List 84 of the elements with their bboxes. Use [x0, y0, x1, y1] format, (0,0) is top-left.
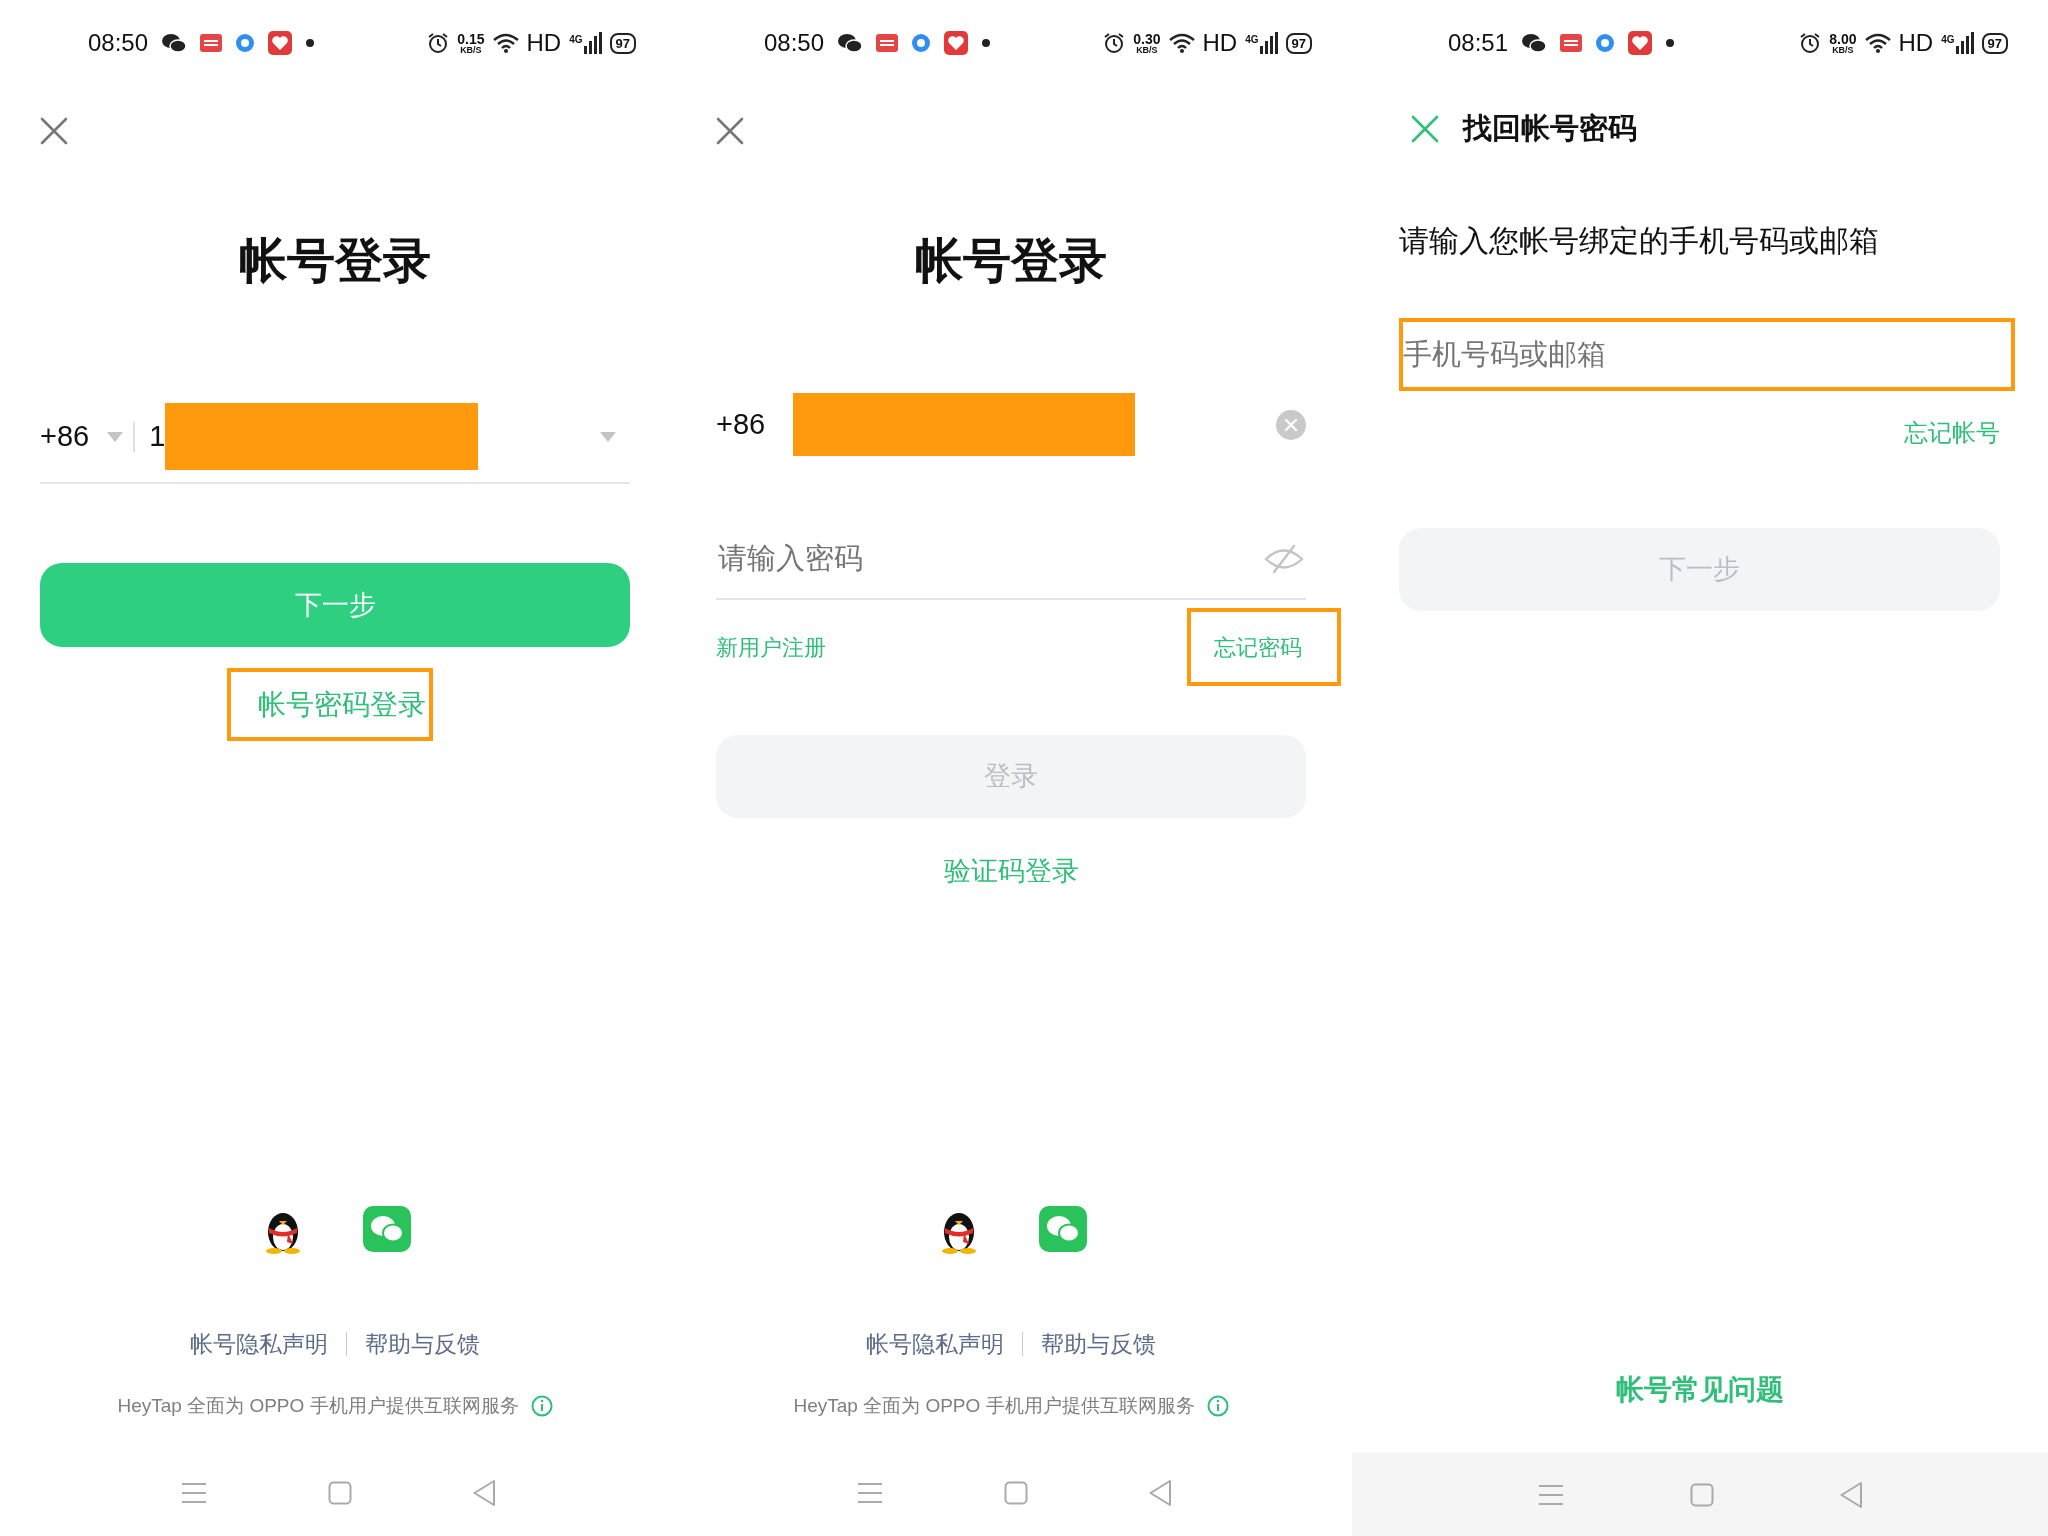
service-note: HeyTap 全面为 OPPO 手机用户提供互联网服务: [117, 1394, 519, 1418]
speed-unit: KB/S: [1136, 45, 1158, 55]
alarm-icon: [1103, 32, 1126, 54]
account-field[interactable]: 手机号码或邮箱: [1399, 318, 2015, 391]
instruction-text: 请输入您帐号绑定的手机号码或邮箱: [1399, 223, 1880, 259]
status-time: 08:50: [764, 28, 825, 58]
footer-link[interactable]: 帐号隐私声明: [866, 1327, 1004, 1361]
chat-bubbles-icon: [162, 33, 187, 53]
battery-indicator: 97: [609, 32, 636, 54]
caret-icon[interactable]: [600, 431, 616, 442]
network-label: 4G: [1941, 33, 1955, 47]
back-triangle-icon[interactable]: [1840, 1481, 1862, 1508]
dot-icon: [1666, 39, 1675, 47]
home-square-icon[interactable]: [1004, 1481, 1028, 1505]
page-title: 帐号登录: [914, 233, 1108, 289]
network-label: 4G: [1245, 33, 1259, 47]
news-app-icon: [876, 34, 899, 52]
chat-app-icon[interactable]: [1038, 1206, 1087, 1252]
register-link[interactable]: 新用户注册: [716, 630, 826, 664]
circle-app-icon: [912, 34, 931, 52]
info-icon[interactable]: [1206, 1395, 1229, 1417]
heart-app-icon: [1628, 31, 1653, 55]
faq-link[interactable]: 帐号常见问题: [1615, 1369, 1784, 1411]
signal-icon: [1955, 32, 1974, 54]
hd-label: HD: [1898, 28, 1934, 58]
speed-unit: KB/S: [1832, 45, 1854, 55]
dot-icon: [982, 39, 991, 47]
back-triangle-icon[interactable]: [473, 1480, 495, 1506]
footer-link[interactable]: 帐号隐私声明: [190, 1327, 328, 1361]
status-time: 08:51: [1448, 28, 1509, 58]
forgot-account-link[interactable]: 忘记帐号: [1904, 415, 2000, 451]
info-icon[interactable]: [530, 1395, 553, 1417]
wifi-icon: [492, 33, 519, 53]
close-icon[interactable]: [716, 117, 744, 145]
eye-slash-icon[interactable]: [1264, 544, 1304, 574]
battery-indicator: 97: [1981, 32, 2008, 54]
country-code: +86: [716, 406, 766, 442]
heart-app-icon: [268, 31, 293, 55]
close-icon[interactable]: [40, 117, 68, 145]
hd-label: HD: [526, 28, 562, 58]
home-square-icon[interactable]: [1690, 1482, 1714, 1507]
speed-value: 0.15: [457, 31, 485, 46]
menu-icon[interactable]: [181, 1482, 207, 1504]
signal-icon: [1259, 32, 1278, 54]
service-note: HeyTap 全面为 OPPO 手机用户提供互联网服务: [793, 1394, 1195, 1418]
page-title: 找回帐号密码: [1463, 111, 1637, 147]
primary-button[interactable]: 下一步: [40, 563, 630, 647]
circle-app-icon: [1596, 34, 1615, 52]
dot-icon: [306, 39, 315, 47]
speed-value: 8.00: [1829, 31, 1857, 46]
password-field[interactable]: 请输入密码: [716, 536, 1264, 582]
wifi-icon: [1864, 33, 1891, 53]
circle-app-icon: [236, 34, 255, 52]
speed-value: 0.30: [1133, 31, 1161, 46]
heart-app-icon: [944, 31, 969, 55]
network-label: 4G: [569, 33, 583, 47]
speed-unit: KB/S: [460, 45, 482, 55]
alarm-icon: [427, 32, 450, 54]
news-app-icon: [1560, 34, 1583, 52]
news-app-icon: [200, 34, 223, 52]
footer-link[interactable]: 帮助与反馈: [1041, 1327, 1156, 1361]
caret-icon[interactable]: [107, 431, 124, 442]
status-time: 08:50: [88, 28, 149, 58]
chat-bubbles-icon: [1522, 33, 1547, 53]
wifi-icon: [1168, 33, 1195, 53]
forgot-password-link[interactable]: 忘记密码: [1214, 630, 1302, 664]
clear-icon[interactable]: [1276, 409, 1306, 440]
battery-indicator: 97: [1285, 32, 1312, 54]
alarm-icon: [1799, 32, 1822, 54]
chat-bubbles-icon: [838, 33, 863, 53]
home-square-icon[interactable]: [328, 1481, 352, 1505]
chat-app-icon[interactable]: [362, 1206, 411, 1252]
back-triangle-icon[interactable]: [1149, 1480, 1171, 1506]
footer-link[interactable]: 帮助与反馈: [365, 1327, 480, 1361]
close-icon[interactable]: [1411, 115, 1439, 143]
hd-label: HD: [1202, 28, 1238, 58]
phone-number-text: 1: [149, 418, 166, 454]
sms-login-link[interactable]: 验证码登录: [943, 851, 1079, 892]
password-login-link[interactable]: 帐号密码登录: [258, 683, 426, 726]
page-title: 帐号登录: [238, 233, 432, 289]
menu-icon[interactable]: [1538, 1483, 1564, 1506]
menu-icon[interactable]: [857, 1482, 883, 1504]
country-code[interactable]: +86: [40, 414, 90, 459]
signal-icon: [583, 32, 602, 54]
